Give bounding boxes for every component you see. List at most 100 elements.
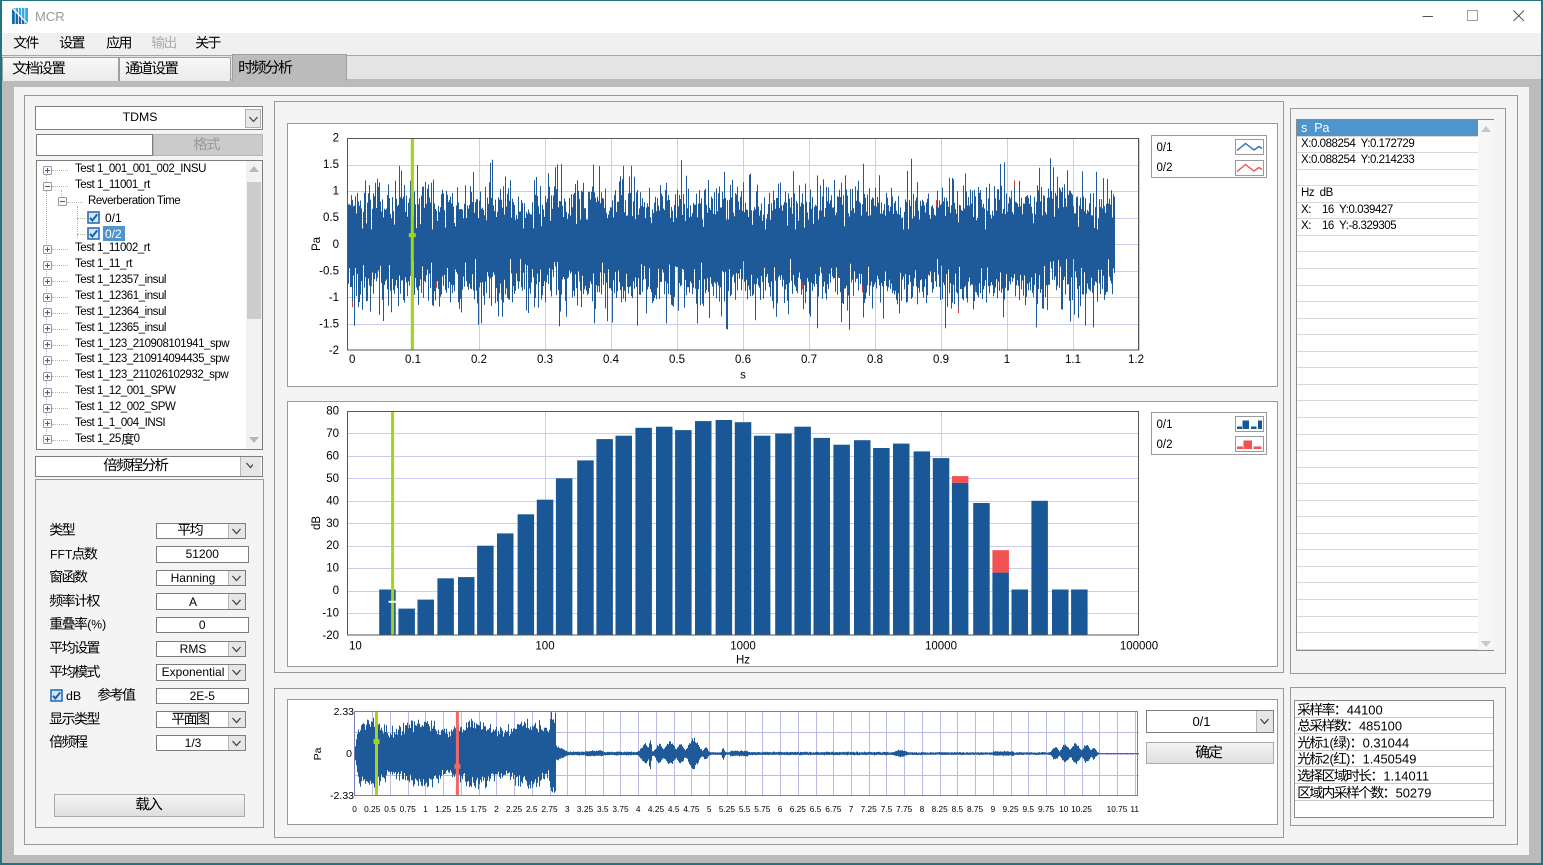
svg-text:4.25: 4.25: [647, 804, 664, 814]
svg-text:10: 10: [1059, 804, 1069, 814]
svg-text:10.25: 10.25: [1071, 804, 1092, 814]
svg-text:): ): [1346, 735, 1350, 750]
svg-text:0.4: 0.4: [603, 354, 620, 366]
svg-text:3.75: 3.75: [612, 804, 629, 814]
svg-text:8.25: 8.25: [931, 804, 948, 814]
svg-text:20: 20: [326, 540, 339, 552]
svg-text:0.6: 0.6: [735, 354, 751, 366]
svg-text:44100: 44100: [1347, 702, 1383, 717]
svg-text:8.75: 8.75: [967, 804, 984, 814]
svg-text:9: 9: [990, 804, 995, 814]
svg-text:-0.5: -0.5: [319, 265, 339, 277]
svg-text:6: 6: [777, 804, 782, 814]
svg-text:40: 40: [326, 495, 339, 507]
svg-text:485100: 485100: [1359, 718, 1402, 733]
svg-text:100000: 100000: [1119, 640, 1157, 652]
svg-text:50: 50: [326, 472, 339, 484]
svg-text:70: 70: [326, 428, 339, 440]
svg-text:dB: dB: [311, 515, 323, 529]
svg-text:0.31044: 0.31044: [1363, 735, 1410, 750]
svg-text:(%): (%): [87, 618, 106, 632]
svg-text:5.75: 5.75: [754, 804, 771, 814]
svg-text:0.5: 0.5: [323, 212, 339, 224]
svg-text:-1: -1: [328, 291, 338, 303]
svg-text:0.25: 0.25: [364, 804, 381, 814]
svg-text:100: 100: [535, 640, 554, 652]
svg-text:1: 1: [1003, 354, 1009, 366]
svg-text:0: 0: [352, 804, 357, 814]
svg-text:3.25: 3.25: [576, 804, 593, 814]
svg-text:0.1: 0.1: [405, 354, 421, 366]
svg-text:-2: -2: [328, 345, 338, 357]
svg-text:6.75: 6.75: [825, 804, 842, 814]
svg-text:0.3: 0.3: [537, 354, 553, 366]
svg-text:0.7: 0.7: [801, 354, 817, 366]
svg-text:Pa: Pa: [311, 236, 323, 251]
svg-text:7.75: 7.75: [896, 804, 913, 814]
svg-text:5: 5: [706, 804, 711, 814]
svg-text:0.5: 0.5: [384, 804, 396, 814]
svg-text:FFT: FFT: [50, 547, 73, 561]
svg-text:1.25: 1.25: [435, 804, 452, 814]
svg-text:60: 60: [326, 450, 339, 462]
svg-text:-20: -20: [322, 630, 339, 642]
svg-text:-2.33: -2.33: [330, 790, 354, 802]
svg-text:1.14011: 1.14011: [1383, 768, 1429, 783]
svg-text:10: 10: [326, 562, 339, 574]
svg-text:9.25: 9.25: [1002, 804, 1019, 814]
svg-text:2.25: 2.25: [506, 804, 523, 814]
svg-text:1: 1: [423, 804, 428, 814]
svg-text:-1.5: -1.5: [319, 318, 339, 330]
svg-text:s: s: [740, 369, 746, 381]
svg-text:0: 0: [332, 585, 338, 597]
svg-text:2.33: 2.33: [333, 706, 354, 718]
svg-text:10: 10: [349, 640, 362, 652]
svg-text:1.5: 1.5: [455, 804, 467, 814]
svg-text:0: 0: [349, 354, 355, 366]
svg-text:3: 3: [564, 804, 569, 814]
svg-text:0.5: 0.5: [669, 354, 685, 366]
svg-text:5.25: 5.25: [718, 804, 735, 814]
svg-text:Hz: Hz: [735, 654, 749, 666]
svg-text:11: 11: [1130, 804, 1139, 814]
svg-text:7.25: 7.25: [860, 804, 877, 814]
svg-text:1.1: 1.1: [1065, 354, 1081, 366]
svg-text:4: 4: [635, 804, 640, 814]
svg-text:7.5: 7.5: [880, 804, 892, 814]
svg-text:Pa: Pa: [312, 747, 324, 760]
svg-text:0.9: 0.9: [933, 354, 949, 366]
svg-text:1.450549: 1.450549: [1363, 752, 1417, 767]
svg-text:-10: -10: [322, 607, 339, 619]
svg-text:1: 1: [332, 185, 338, 197]
svg-text:2.5: 2.5: [526, 804, 538, 814]
svg-text:2.75: 2.75: [541, 804, 558, 814]
svg-text:5.5: 5.5: [738, 804, 750, 814]
svg-text:1.2: 1.2: [1128, 354, 1144, 366]
svg-text:10.75: 10.75: [1106, 804, 1127, 814]
svg-text:0: 0: [346, 748, 352, 760]
svg-text:10000: 10000: [925, 640, 957, 652]
svg-text:30: 30: [326, 517, 339, 529]
svg-text:0.2: 0.2: [471, 354, 487, 366]
svg-text:80: 80: [326, 405, 339, 417]
svg-text:0: 0: [332, 238, 338, 250]
svg-text:1.75: 1.75: [470, 804, 487, 814]
svg-text:1.5: 1.5: [323, 159, 339, 171]
svg-text:4.5: 4.5: [667, 804, 679, 814]
svg-text:0.75: 0.75: [399, 804, 416, 814]
svg-text:9.75: 9.75: [1038, 804, 1055, 814]
svg-text:6.5: 6.5: [809, 804, 821, 814]
svg-text:2: 2: [332, 132, 338, 144]
svg-text:1000: 1000: [730, 640, 756, 652]
svg-text:): ): [1346, 752, 1350, 767]
svg-text:3.5: 3.5: [597, 804, 609, 814]
svg-text:1(: 1(: [1322, 735, 1334, 750]
svg-text:4.75: 4.75: [683, 804, 700, 814]
svg-text:8.5: 8.5: [951, 804, 963, 814]
svg-text:2: 2: [494, 804, 499, 814]
svg-text:2(: 2(: [1322, 752, 1334, 767]
svg-text:6.25: 6.25: [789, 804, 806, 814]
svg-text:7: 7: [848, 804, 853, 814]
svg-text:8: 8: [919, 804, 924, 814]
svg-text:0.8: 0.8: [867, 354, 883, 366]
